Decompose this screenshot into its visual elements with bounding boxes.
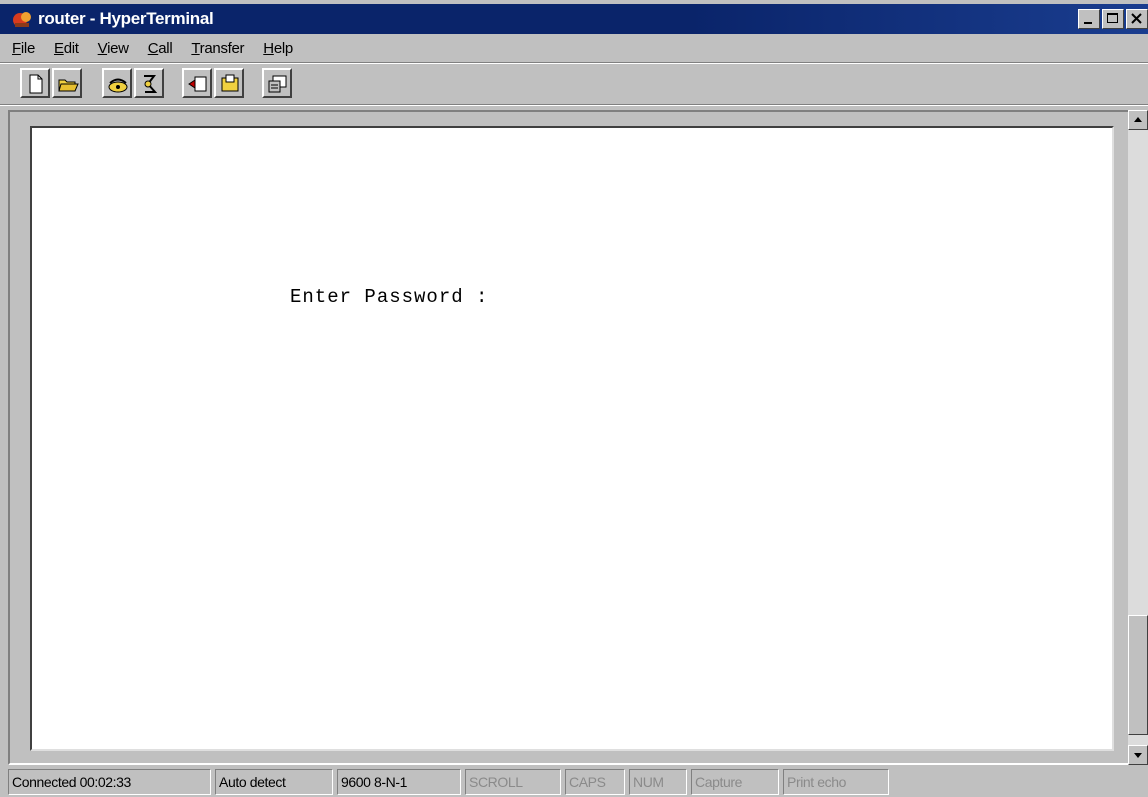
hyperterminal-app-icon (13, 12, 31, 27)
open-icon (58, 79, 79, 92)
maximize-button[interactable] (1102, 9, 1124, 29)
menu-help-mnemonic: H (263, 39, 274, 57)
window-controls (1078, 9, 1148, 29)
scroll-down-button[interactable] (1128, 745, 1148, 765)
menu-file-mnemonic: F (12, 39, 21, 57)
title-bar[interactable]: router - HyperTerminal (0, 4, 1148, 34)
receive-button[interactable] (214, 68, 244, 98)
connect-button[interactable] (102, 68, 132, 98)
status-bar: Connected 00:02:33 Auto detect 9600 8-N-… (0, 766, 1148, 797)
menu-help[interactable]: Help (263, 40, 293, 57)
open-button[interactable] (52, 68, 82, 98)
minimize-icon (1084, 22, 1092, 24)
hyperterminal-window: router - HyperTerminal File Edit View Ca… (0, 0, 1148, 797)
arrow-down-icon (1134, 753, 1142, 758)
phone-icon (108, 78, 128, 93)
status-print-echo: Print echo (783, 769, 889, 795)
minimize-button[interactable] (1078, 9, 1100, 29)
new-icon (29, 74, 43, 94)
terminal-prompt: Enter Password : (290, 286, 489, 308)
status-emulation: Auto detect (215, 769, 333, 795)
receive-icon (221, 74, 239, 92)
close-button[interactable] (1126, 9, 1148, 29)
menu-edit-label: dit (63, 39, 79, 57)
menu-file-label: ile (20, 39, 35, 57)
scroll-up-button[interactable] (1128, 110, 1148, 130)
menu-view[interactable]: View (98, 40, 129, 57)
close-icon (1131, 13, 1142, 24)
disconnect-icon (144, 75, 158, 93)
menu-call[interactable]: Call (148, 40, 173, 57)
menu-call-label: all (158, 39, 173, 57)
maximize-icon (1107, 13, 1118, 23)
menu-transfer-mnemonic: T (191, 39, 200, 57)
terminal-screen[interactable]: Enter Password : (30, 126, 1114, 751)
menu-transfer-label: ransfer (199, 39, 245, 57)
status-num: NUM (629, 769, 687, 795)
menu-file[interactable]: File (12, 40, 35, 57)
properties-button[interactable] (262, 68, 292, 98)
properties-icon (268, 75, 287, 93)
menu-view-mnemonic: V (97, 39, 108, 57)
toolbar-separator (0, 104, 1148, 106)
terminal-frame: Enter Password : (8, 110, 1130, 765)
status-scroll: SCROLL (465, 769, 561, 795)
menu-transfer[interactable]: Transfer (191, 40, 244, 57)
window-title: router - HyperTerminal (38, 9, 214, 28)
disconnect-button[interactable] (134, 68, 164, 98)
send-button[interactable] (182, 68, 212, 98)
status-connection-time: Connected 00:02:33 (8, 769, 211, 795)
menu-edit-mnemonic: E (53, 39, 64, 57)
send-icon (188, 76, 207, 92)
status-port-settings: 9600 8-N-1 (337, 769, 461, 795)
menu-help-label: elp (273, 39, 293, 57)
new-button[interactable] (20, 68, 50, 98)
menu-bar: File Edit View Call Transfer Help (0, 34, 1148, 62)
arrow-up-icon (1134, 117, 1142, 122)
scroll-thumb[interactable] (1128, 615, 1148, 735)
status-capture: Capture (691, 769, 779, 795)
menu-call-mnemonic: C (147, 39, 159, 57)
menu-edit[interactable]: Edit (54, 40, 79, 57)
vertical-scrollbar[interactable] (1128, 110, 1148, 765)
menu-view-label: iew (107, 39, 129, 57)
toolbar (0, 64, 1148, 104)
status-caps: CAPS (565, 769, 625, 795)
